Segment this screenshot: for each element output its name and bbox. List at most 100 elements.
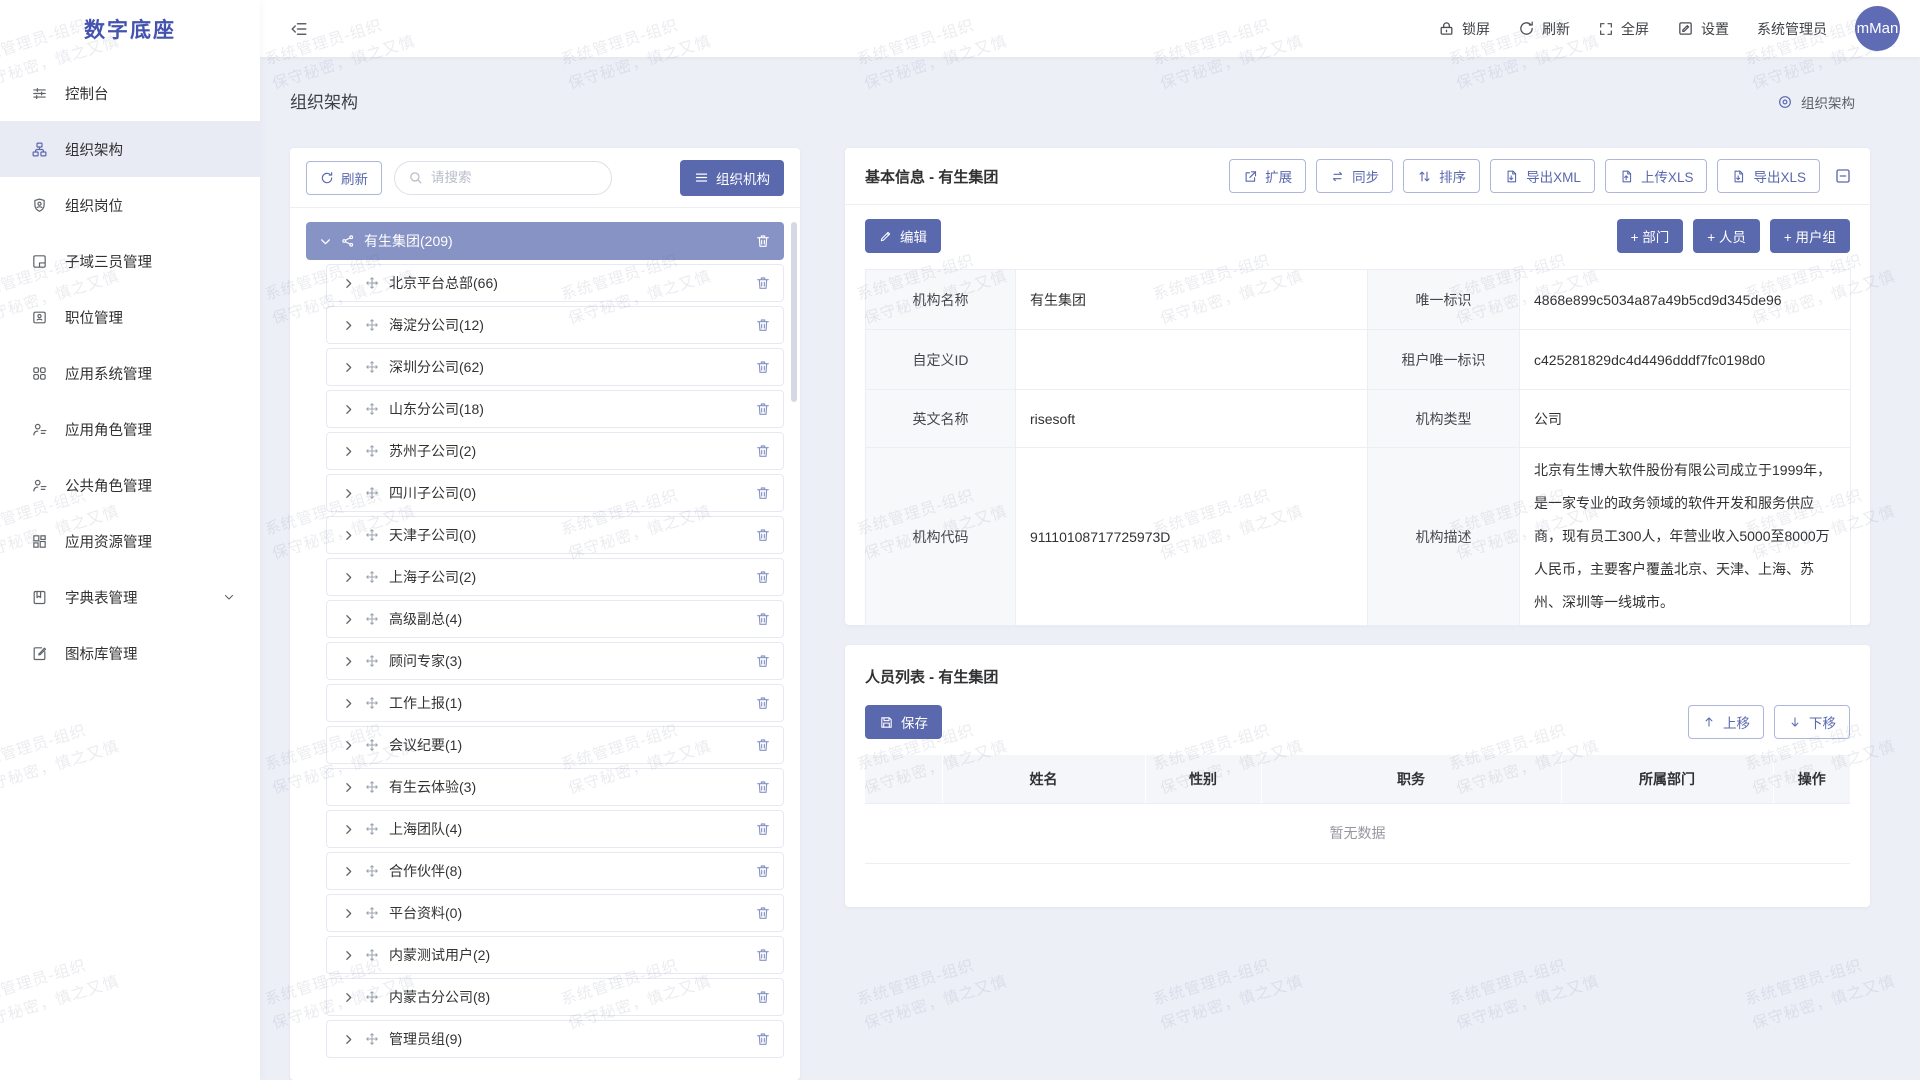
delete-icon[interactable] <box>755 317 771 333</box>
sidebar-item-app-role[interactable]: 应用角色管理 <box>0 401 260 457</box>
delete-icon[interactable] <box>755 989 771 1005</box>
menu-fold-icon[interactable] <box>290 20 308 38</box>
delete-icon[interactable] <box>755 569 771 585</box>
chevron-right-icon[interactable] <box>342 697 355 710</box>
tree-node[interactable]: 苏州子公司(2) <box>326 432 784 470</box>
org-structure-button[interactable]: 组织机构 <box>680 160 784 196</box>
tree-node[interactable]: 深圳分公司(62) <box>326 348 784 386</box>
drag-handle-icon[interactable] <box>365 990 379 1004</box>
save-button[interactable]: 保存 <box>865 705 942 739</box>
avatar[interactable]: mMan <box>1855 6 1900 51</box>
add-department-button[interactable]: + 部门 <box>1617 219 1684 253</box>
drag-handle-icon[interactable] <box>365 738 379 752</box>
drag-handle-icon[interactable] <box>365 906 379 920</box>
tree-node[interactable]: 有生云体验(3) <box>326 768 784 806</box>
tree-node[interactable]: 四川子公司(0) <box>326 474 784 512</box>
edit-button[interactable]: 编辑 <box>865 219 941 253</box>
delete-icon[interactable] <box>755 359 771 375</box>
chevron-right-icon[interactable] <box>342 1033 355 1046</box>
drag-handle-icon[interactable] <box>365 318 379 332</box>
drag-handle-icon[interactable] <box>365 864 379 878</box>
chevron-right-icon[interactable] <box>342 865 355 878</box>
drag-handle-icon[interactable] <box>365 360 379 374</box>
drag-handle-icon[interactable] <box>365 570 379 584</box>
sidebar-item-app-resource[interactable]: 应用资源管理 <box>0 513 260 569</box>
chevron-right-icon[interactable] <box>342 403 355 416</box>
tree-node[interactable]: 工作上报(1) <box>326 684 784 722</box>
lock-screen-button[interactable]: 锁屏 <box>1438 19 1490 39</box>
chevron-right-icon[interactable] <box>342 655 355 668</box>
search-input[interactable] <box>431 170 598 185</box>
tree-node[interactable]: 内蒙古分公司(8) <box>326 978 784 1016</box>
delete-icon[interactable] <box>755 1031 771 1047</box>
drag-handle-icon[interactable] <box>365 402 379 416</box>
delete-icon[interactable] <box>755 611 771 627</box>
drag-handle-icon[interactable] <box>365 1032 379 1046</box>
export-xls-button[interactable]: 导出XLS <box>1717 159 1820 193</box>
delete-icon[interactable] <box>755 821 771 837</box>
drag-handle-icon[interactable] <box>365 822 379 836</box>
chevron-right-icon[interactable] <box>342 277 355 290</box>
move-down-button[interactable]: 下移 <box>1774 705 1850 739</box>
tree-node[interactable]: 上海子公司(2) <box>326 558 784 596</box>
username[interactable]: 系统管理员 <box>1757 19 1827 39</box>
add-person-button[interactable]: + 人员 <box>1693 219 1760 253</box>
sidebar-item-org-structure[interactable]: 组织架构 <box>0 121 260 177</box>
delete-icon[interactable] <box>755 695 771 711</box>
tree-node[interactable]: 高级副总(4) <box>326 600 784 638</box>
tree-node[interactable]: 平台资料(0) <box>326 894 784 932</box>
refresh-button[interactable]: 刷新 <box>1518 19 1570 39</box>
export-xml-button[interactable]: 导出XML <box>1490 159 1595 193</box>
tree-node[interactable]: 天津子公司(0) <box>326 516 784 554</box>
sidebar-item-public-role[interactable]: 公共角色管理 <box>0 457 260 513</box>
sidebar-item-org-position[interactable]: 组织岗位 <box>0 177 260 233</box>
sidebar-item-position-mgmt[interactable]: 职位管理 <box>0 289 260 345</box>
chevron-right-icon[interactable] <box>342 781 355 794</box>
tree-node[interactable]: 海淀分公司(12) <box>326 306 784 344</box>
chevron-right-icon[interactable] <box>342 445 355 458</box>
drag-handle-icon[interactable] <box>365 444 379 458</box>
tree-scrollbar[interactable] <box>791 222 797 402</box>
chevron-right-icon[interactable] <box>342 487 355 500</box>
drag-handle-icon[interactable] <box>365 654 379 668</box>
sync-button[interactable]: 同步 <box>1316 159 1393 193</box>
delete-icon[interactable] <box>755 233 771 249</box>
delete-icon[interactable] <box>755 485 771 501</box>
drag-handle-icon[interactable] <box>365 696 379 710</box>
drag-handle-icon[interactable] <box>365 486 379 500</box>
sidebar-item-console[interactable]: 控制台 <box>0 65 260 121</box>
tree-root-node[interactable]: 有生集团(209) <box>306 222 784 260</box>
add-user-group-button[interactable]: + 用户组 <box>1770 219 1850 253</box>
chevron-right-icon[interactable] <box>342 991 355 1004</box>
delete-icon[interactable] <box>755 779 771 795</box>
tree-node[interactable]: 北京平台总部(66) <box>326 264 784 302</box>
delete-icon[interactable] <box>755 527 771 543</box>
collapse-panel-icon[interactable] <box>1834 167 1852 185</box>
chevron-right-icon[interactable] <box>342 613 355 626</box>
chevron-right-icon[interactable] <box>342 361 355 374</box>
tree-node[interactable]: 山东分公司(18) <box>326 390 784 428</box>
delete-icon[interactable] <box>755 905 771 921</box>
delete-icon[interactable] <box>755 737 771 753</box>
upload-xls-button[interactable]: 上传XLS <box>1605 159 1708 193</box>
delete-icon[interactable] <box>755 863 771 879</box>
drag-handle-icon[interactable] <box>365 276 379 290</box>
delete-icon[interactable] <box>755 443 771 459</box>
expand-button[interactable]: 扩展 <box>1229 159 1306 193</box>
tree-node[interactable]: 管理员组(9) <box>326 1020 784 1058</box>
chevron-right-icon[interactable] <box>342 823 355 836</box>
tree-node[interactable]: 合作伙伴(8) <box>326 852 784 890</box>
chevron-down-icon[interactable] <box>319 235 332 248</box>
tree-node[interactable]: 会议纪要(1) <box>326 726 784 764</box>
sidebar-item-icon-library[interactable]: 图标库管理 <box>0 625 260 681</box>
drag-handle-icon[interactable] <box>365 528 379 542</box>
settings-button[interactable]: 设置 <box>1677 19 1729 39</box>
chevron-right-icon[interactable] <box>342 571 355 584</box>
tree-node[interactable]: 内蒙测试用户(2) <box>326 936 784 974</box>
drag-handle-icon[interactable] <box>365 612 379 626</box>
delete-icon[interactable] <box>755 275 771 291</box>
tree-node[interactable]: 顾问专家(3) <box>326 642 784 680</box>
drag-handle-icon[interactable] <box>365 948 379 962</box>
sort-button[interactable]: 排序 <box>1403 159 1480 193</box>
delete-icon[interactable] <box>755 401 771 417</box>
